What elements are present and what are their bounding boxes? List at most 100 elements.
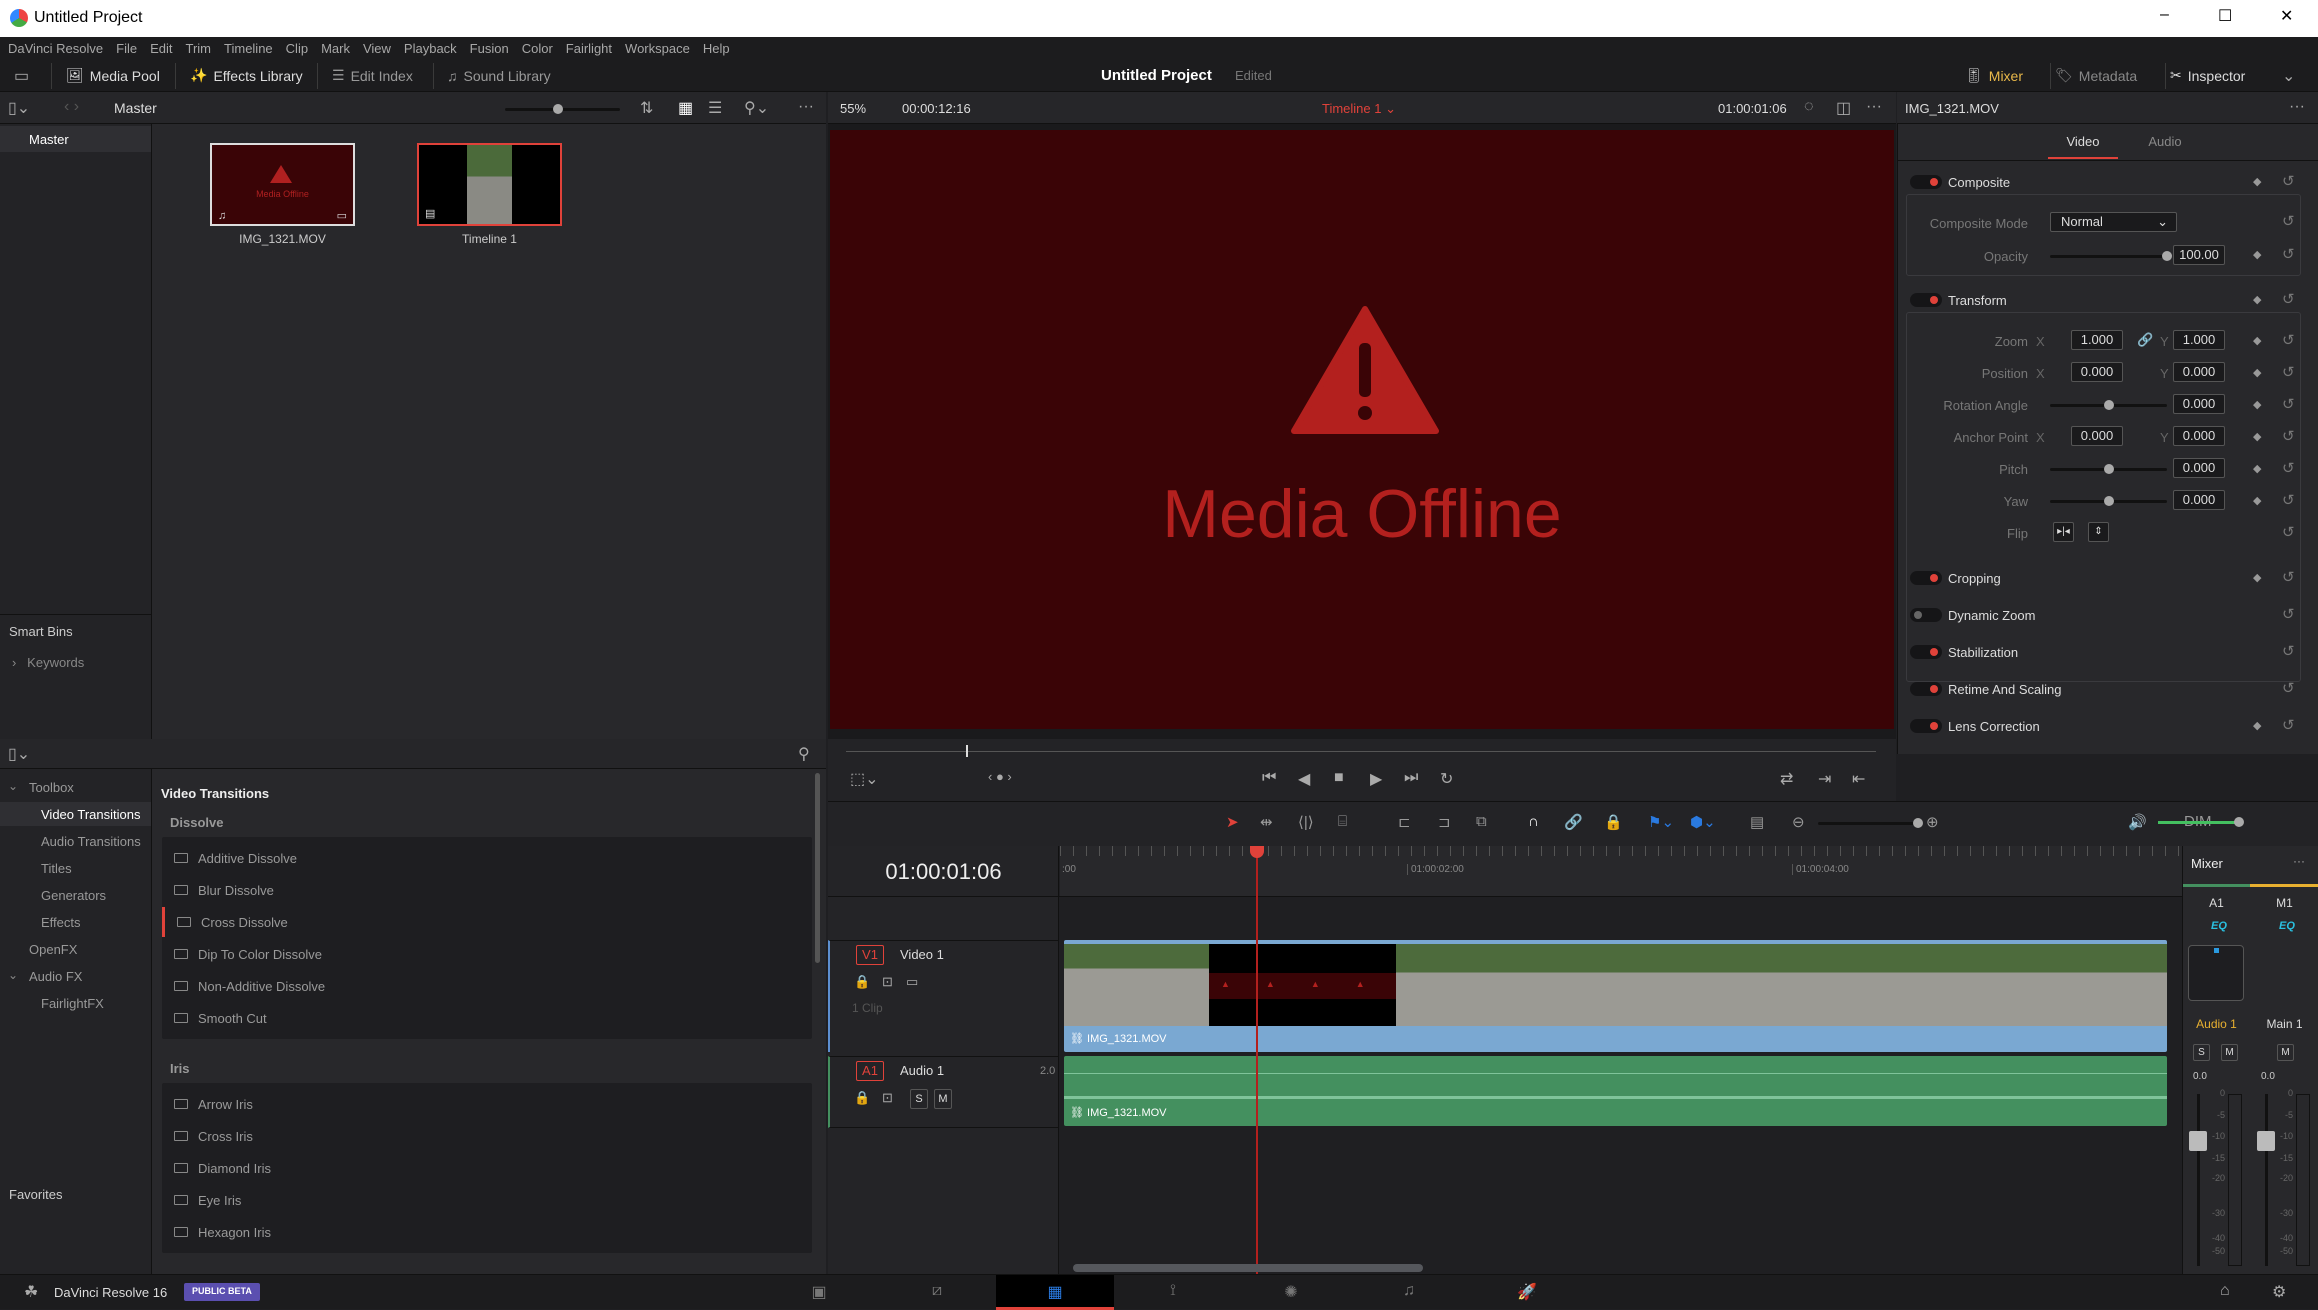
effects-sidebar-item[interactable]: OpenFX	[0, 937, 151, 961]
effects-sidebar-item[interactable]: FairlightFX	[0, 991, 151, 1015]
reset-icon[interactable]: ↺	[2282, 331, 2295, 349]
section-title[interactable]: Dynamic Zoom	[1948, 608, 2035, 623]
slider-knob[interactable]	[2234, 817, 2244, 827]
flip-horizontal-icon[interactable]: ▸|◂	[2053, 522, 2074, 542]
y-input[interactable]: 0.000	[2173, 362, 2225, 382]
sound-library-button[interactable]: ♫ Sound Library	[447, 59, 551, 92]
keyframe-icon[interactable]: ◆	[2253, 366, 2261, 379]
reset-icon[interactable]: ↺	[2282, 568, 2295, 586]
y-input[interactable]: 1.000	[2173, 330, 2225, 350]
value-input[interactable]: 0.000	[2173, 394, 2225, 414]
mixer-options-icon[interactable]: ···	[2293, 854, 2305, 868]
edit-index-button[interactable]: ☰ Edit Index	[332, 59, 413, 92]
section-toggle[interactable]	[1910, 571, 1942, 585]
jog-icon[interactable]: ‹ ● ›	[988, 769, 1012, 784]
menu-edit[interactable]: Edit	[150, 41, 172, 56]
lock-icon[interactable]: 🔒	[1604, 813, 1623, 831]
page-deliver-button[interactable]: 🚀	[1468, 1275, 1586, 1310]
timeline-selector[interactable]: Timeline 1 ⌄	[1322, 101, 1396, 117]
auto-select-icon[interactable]: ⊡	[882, 1090, 893, 1106]
selection-tool-icon[interactable]: ➤	[1226, 813, 1239, 831]
settings-icon[interactable]: ⚙	[2272, 1282, 2286, 1302]
chevron-down-icon[interactable]: ⌄	[8, 779, 18, 793]
page-color-button[interactable]: ✺	[1232, 1275, 1350, 1310]
section-toggle[interactable]	[1910, 719, 1942, 733]
mute-button[interactable]: M	[2221, 1044, 2238, 1061]
pan-position[interactable]	[2214, 948, 2219, 953]
trim-tool-icon[interactable]: ⇹	[1260, 813, 1273, 831]
effects-library-button[interactable]: ✨ Effects Library	[190, 59, 303, 92]
play-icon[interactable]: ▶	[1370, 769, 1382, 789]
keyframe-icon[interactable]: ◆	[2253, 334, 2261, 347]
sidebar-toggle-icon[interactable]: ▯⌄	[8, 98, 30, 118]
snapping-icon[interactable]: ∩	[1528, 813, 1539, 830]
x-input[interactable]: 0.000	[2071, 362, 2123, 382]
viewer-mode-icon[interactable]: ⬚⌄	[850, 769, 879, 789]
replace-icon[interactable]: ⧉	[1476, 813, 1487, 830]
effects-search-icon[interactable]: ⚲	[798, 744, 810, 764]
section-toggle[interactable]	[1910, 608, 1942, 622]
composite-mode-select[interactable]: Normal ⌄	[2050, 212, 2177, 232]
reset-icon[interactable]: ↺	[2282, 245, 2295, 263]
x-input[interactable]: 1.000	[2071, 330, 2123, 350]
go-to-end-icon[interactable]: ⏭	[1404, 769, 1418, 787]
playhead[interactable]	[1250, 846, 1264, 1274]
reset-icon[interactable]: ↺	[2282, 212, 2295, 230]
section-title[interactable]: Retime And Scaling	[1948, 682, 2061, 697]
reset-icon[interactable]: ↺	[2282, 523, 2295, 541]
section-title[interactable]: Stabilization	[1948, 645, 2018, 660]
menu-file[interactable]: File	[116, 41, 137, 56]
section-toggle[interactable]	[1910, 682, 1942, 696]
menu-trim[interactable]: Trim	[186, 41, 212, 56]
menu-davinci-resolve[interactable]: DaVinci Resolve	[8, 41, 103, 56]
effect-item[interactable]: Non-Additive Dissolve	[162, 971, 812, 1001]
menu-timeline[interactable]: Timeline	[224, 41, 273, 56]
zoom-in-icon[interactable]: ⊕	[1926, 813, 1939, 831]
grid-view-icon[interactable]: ▦	[678, 98, 693, 118]
effects-sidebar-item[interactable]: Video Transitions	[0, 802, 151, 826]
inspector-options-icon[interactable]: ···	[2289, 98, 2305, 116]
match-frame-icon[interactable]: ⇄	[1780, 769, 1793, 789]
reset-icon[interactable]: ↺	[2282, 363, 2295, 381]
media-pool-button[interactable]: 🖼 Media Pool	[66, 59, 160, 92]
tab-audio[interactable]: Audio	[2130, 134, 2200, 149]
value-slider[interactable]	[2050, 496, 2167, 506]
stop-icon[interactable]: ■	[1334, 769, 1344, 787]
page-media-button[interactable]: ▣	[760, 1275, 878, 1310]
solo-button[interactable]: S	[910, 1089, 928, 1109]
go-to-start-icon[interactable]: ⏮	[1262, 769, 1276, 787]
composite-toggle[interactable]	[1910, 175, 1942, 189]
zoom-level[interactable]: 55%	[840, 101, 866, 116]
section-toggle[interactable]	[1910, 645, 1942, 659]
menu-playback[interactable]: Playback	[404, 41, 457, 56]
sidebar-toggle-icon[interactable]: ▯⌄	[8, 744, 30, 764]
menu-help[interactable]: Help	[703, 41, 730, 56]
y-input[interactable]: 0.000	[2173, 426, 2225, 446]
flag-icon[interactable]: ⚑⌄	[1648, 813, 1674, 831]
sort-icon[interactable]: ⇅	[640, 98, 653, 118]
timeline-ruler[interactable]	[1060, 846, 2182, 896]
link-icon[interactable]: 🔗	[2137, 332, 2153, 348]
value-input[interactable]: 0.000	[2173, 490, 2225, 510]
video-clip[interactable]: ▲▲▲▲ ⛓ IMG_1321.MOV	[1064, 940, 2167, 1052]
effect-item[interactable]: Cross Iris	[162, 1121, 812, 1151]
zoom-out-icon[interactable]: ⊖	[1792, 813, 1805, 831]
effects-sidebar-item[interactable]: ⌄ Toolbox	[0, 775, 151, 799]
menu-clip[interactable]: Clip	[286, 41, 308, 56]
solo-button[interactable]: S	[2193, 1044, 2210, 1061]
reset-icon[interactable]: ↺	[2282, 491, 2295, 509]
scrubber[interactable]	[846, 745, 1876, 757]
mute-button[interactable]: M	[934, 1089, 952, 1109]
next-edit-icon[interactable]: ⇥	[1818, 769, 1831, 789]
pan-control[interactable]	[2188, 945, 2244, 1001]
section-title[interactable]: Lens Correction	[1948, 719, 2040, 734]
effect-item[interactable]: Arrow Iris	[162, 1089, 812, 1119]
keyframe-icon[interactable]: ◆	[2253, 430, 2261, 443]
mixer-button[interactable]: 🎚 Mixer	[1965, 59, 2023, 92]
value-slider[interactable]	[2050, 400, 2167, 410]
menu-mark[interactable]: Mark	[321, 41, 350, 56]
page-edit-button[interactable]: ▦	[996, 1275, 1114, 1310]
effect-item[interactable]: Eye Iris	[162, 1185, 812, 1215]
marker-icon[interactable]: ⬢⌄	[1690, 813, 1716, 831]
reset-icon[interactable]: ↺	[2282, 290, 2295, 308]
